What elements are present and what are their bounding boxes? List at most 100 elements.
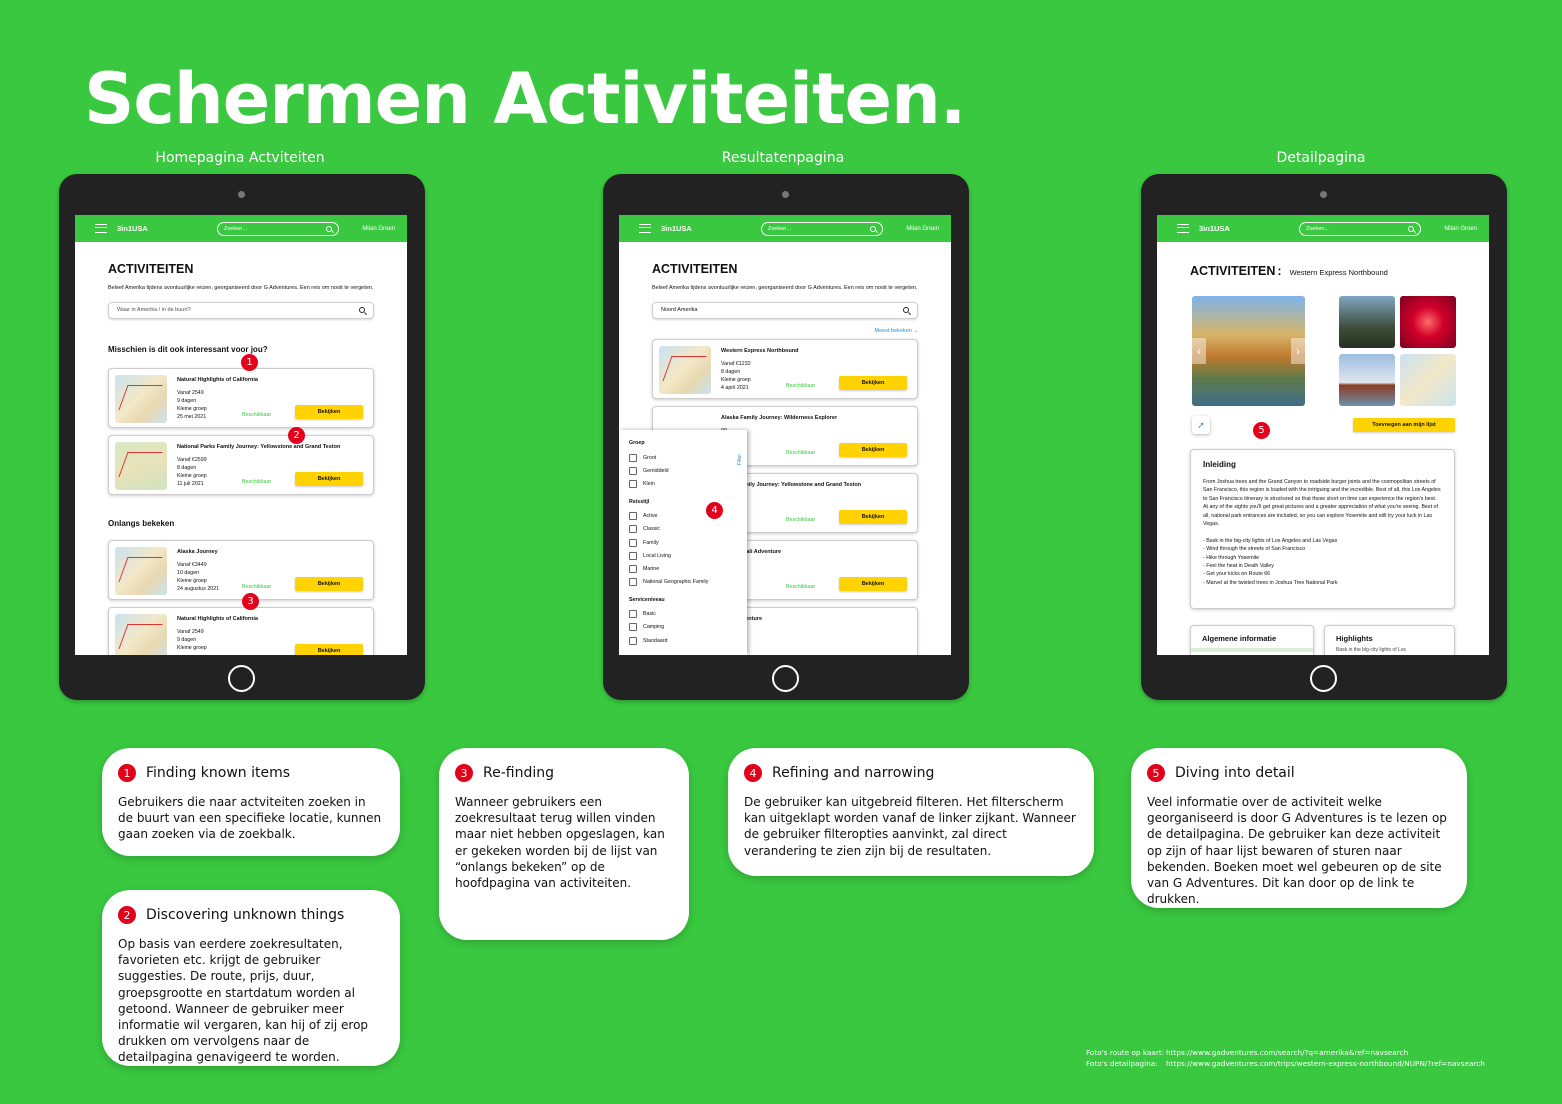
thumbnail-photo[interactable] xyxy=(1400,354,1456,406)
marker-3: 3 xyxy=(455,764,473,782)
view-button[interactable]: Bekijken xyxy=(839,375,907,390)
checkbox[interactable] xyxy=(629,551,637,560)
credit-label: Foto's detailpagina: xyxy=(1086,1058,1158,1068)
note-text: Veel informatie over de activiteit welke… xyxy=(1147,795,1447,907)
results-screen: 3in1USA Zoeken... Milan Groen ACTIVITEIT… xyxy=(619,215,951,655)
card-meta: Vanaf 2549 9 dagen Kleine groep 25 mei 2021 xyxy=(177,389,207,420)
search-icon[interactable] xyxy=(1408,225,1414,232)
home-button[interactable] xyxy=(772,665,799,692)
suggestion-card[interactable]: National Parks Family Journey: Yellowsto… xyxy=(108,434,374,495)
checkbox[interactable] xyxy=(629,538,637,547)
checkbox[interactable] xyxy=(629,636,637,645)
general-info-card[interactable]: Algemene informatie xyxy=(1190,625,1314,655)
view-button[interactable]: Bekijken xyxy=(295,404,363,419)
menu-icon[interactable] xyxy=(639,224,651,233)
activities-heading: ACTIVITEITEN xyxy=(108,262,194,276)
search-icon[interactable] xyxy=(326,225,332,232)
checkbox[interactable] xyxy=(629,512,637,521)
location-search-input[interactable]: Waar in Amerika / in de buurt? xyxy=(108,301,374,319)
camera-dot xyxy=(238,191,245,198)
photo-gallery: ‹ › xyxy=(1192,296,1456,406)
highlight-list: - Bask in the big-city lights of Los Ang… xyxy=(1203,537,1442,588)
search-icon[interactable] xyxy=(903,307,909,314)
add-to-list-button[interactable]: Toevoegen aan mijn lijst xyxy=(1353,418,1455,432)
checkbox[interactable] xyxy=(629,623,637,632)
top-search-input[interactable]: Zoeken... xyxy=(217,221,339,236)
checkbox[interactable] xyxy=(629,466,637,475)
filter-option[interactable]: Groot xyxy=(629,451,737,464)
app-brand[interactable]: 3in1USA xyxy=(1199,224,1289,233)
filter-option[interactable]: Klein xyxy=(629,477,737,490)
note-text: Op basis van eerdere zoekresultaten, fav… xyxy=(118,937,369,1065)
checkbox[interactable] xyxy=(629,525,637,534)
chevron-right-icon[interactable]: › xyxy=(1291,338,1305,364)
home-button[interactable] xyxy=(1310,665,1337,692)
view-button[interactable]: Bekijken xyxy=(839,509,907,524)
route-map-image xyxy=(115,613,167,655)
filter-option[interactable]: National Geographic Family xyxy=(629,576,737,589)
checkbox[interactable] xyxy=(629,453,637,462)
checkbox[interactable] xyxy=(629,578,637,587)
thumbnail-photo[interactable] xyxy=(1339,354,1395,406)
checkbox[interactable] xyxy=(629,610,637,619)
note-4: 4 Refining and narrowing De gebruiker kan… xyxy=(728,748,1094,876)
home-screen-label: Homepagina Actviteiten xyxy=(155,150,325,166)
app-brand[interactable]: 3in1USA xyxy=(117,224,207,233)
location-search-input[interactable]: Noord Amerika xyxy=(652,301,918,319)
intro-card: Inleiding From Joshua trees and the Gran… xyxy=(1190,449,1455,609)
user-name[interactable]: Milan Groen xyxy=(1444,226,1477,232)
view-button[interactable]: Bekijken xyxy=(295,471,363,486)
filter-option[interactable]: Classic xyxy=(629,523,737,536)
main-photo[interactable]: ‹ › xyxy=(1192,296,1305,406)
menu-icon[interactable] xyxy=(95,224,107,233)
checkbox[interactable] xyxy=(629,479,637,488)
filter-option[interactable]: Camping xyxy=(629,621,737,634)
view-button[interactable]: Bekijken xyxy=(295,576,363,591)
filter-option[interactable]: Local Living xyxy=(629,549,737,562)
credit-link[interactable]: https://www.gadventures.com/trips/wester… xyxy=(1166,1059,1485,1068)
recent-card[interactable]: Alaska Journey Vanaf €3449 10 dagen Kleine… xyxy=(108,539,374,600)
top-search-input[interactable]: Zoeken... xyxy=(761,221,883,236)
result-card[interactable]: Western Express Northbound Vanaf €1232 8 … xyxy=(652,338,918,399)
filter-option[interactable]: Standaard xyxy=(629,634,737,647)
thumbnail-photo[interactable] xyxy=(1339,296,1395,348)
search-icon[interactable] xyxy=(870,225,876,232)
checkbox[interactable] xyxy=(629,564,637,573)
suggestion-card[interactable]: Natural Highlights of California Vanaf 2… xyxy=(108,367,374,428)
card-meta: Vanaf €3449 10 dagen Kleine groep 24 august… xyxy=(177,561,220,592)
home-button[interactable] xyxy=(228,665,255,692)
filter-option[interactable]: Gemiddeld xyxy=(629,464,737,477)
filter-panel[interactable]: Filter Groep Groot Gemiddeld Klein Reiss… xyxy=(619,430,747,655)
sort-dropdown[interactable]: Meest bekeken ⌄ xyxy=(652,328,918,334)
filter-option[interactable]: Marine xyxy=(629,562,737,575)
view-button[interactable]: Bekijken xyxy=(839,576,907,591)
user-name[interactable]: Milan Groen xyxy=(906,226,939,232)
marker-1: 1 xyxy=(118,764,136,782)
user-name[interactable]: Milan Groen xyxy=(362,226,395,232)
route-map-image xyxy=(115,546,167,595)
filter-tab[interactable]: Filter xyxy=(737,454,743,465)
note-text: Wanneer gebruikers een zoekresultaat ter… xyxy=(455,795,665,890)
detail-screen: 3in1USA Zoeken... Milan Groen ACTIVITEIT… xyxy=(1157,215,1489,655)
filter-option[interactable]: Family xyxy=(629,536,737,549)
view-button[interactable]: Bekijken xyxy=(295,643,363,655)
search-icon[interactable] xyxy=(359,307,365,314)
credit-link[interactable]: https://www.gadventures.com/search/?q=am… xyxy=(1166,1048,1408,1057)
route-map-image xyxy=(115,374,167,423)
card-title: Alaska Journey xyxy=(177,548,218,555)
menu-icon[interactable] xyxy=(1177,224,1189,233)
share-icon[interactable]: ➚ xyxy=(1192,416,1210,434)
app-topbar: 3in1USA Zoeken... Milan Groen xyxy=(619,215,951,242)
list-item: - Hike through Yosemite xyxy=(1203,554,1260,561)
top-search-input[interactable]: Zoeken... xyxy=(1299,221,1421,236)
list-item: - Wind through the streets of San Franci… xyxy=(1203,546,1306,553)
filter-option[interactable]: Basic xyxy=(629,608,737,621)
app-brand[interactable]: 3in1USA xyxy=(661,224,751,233)
detail-heading: ACTIVITEITEN: Western Express Northbound xyxy=(1190,264,1388,278)
home-screen: 3in1USA Zoeken... Milan Groen ACTIVITEIT… xyxy=(75,215,407,655)
thumbnail-photo[interactable] xyxy=(1400,296,1456,348)
recent-card[interactable]: Natural Highlights of California Vanaf 2… xyxy=(108,606,374,655)
view-button[interactable]: Bekijken xyxy=(839,442,907,457)
chevron-left-icon[interactable]: ‹ xyxy=(1192,338,1206,364)
highlights-card[interactable]: Highlights Bask in the big-city lights o… xyxy=(1324,625,1455,655)
